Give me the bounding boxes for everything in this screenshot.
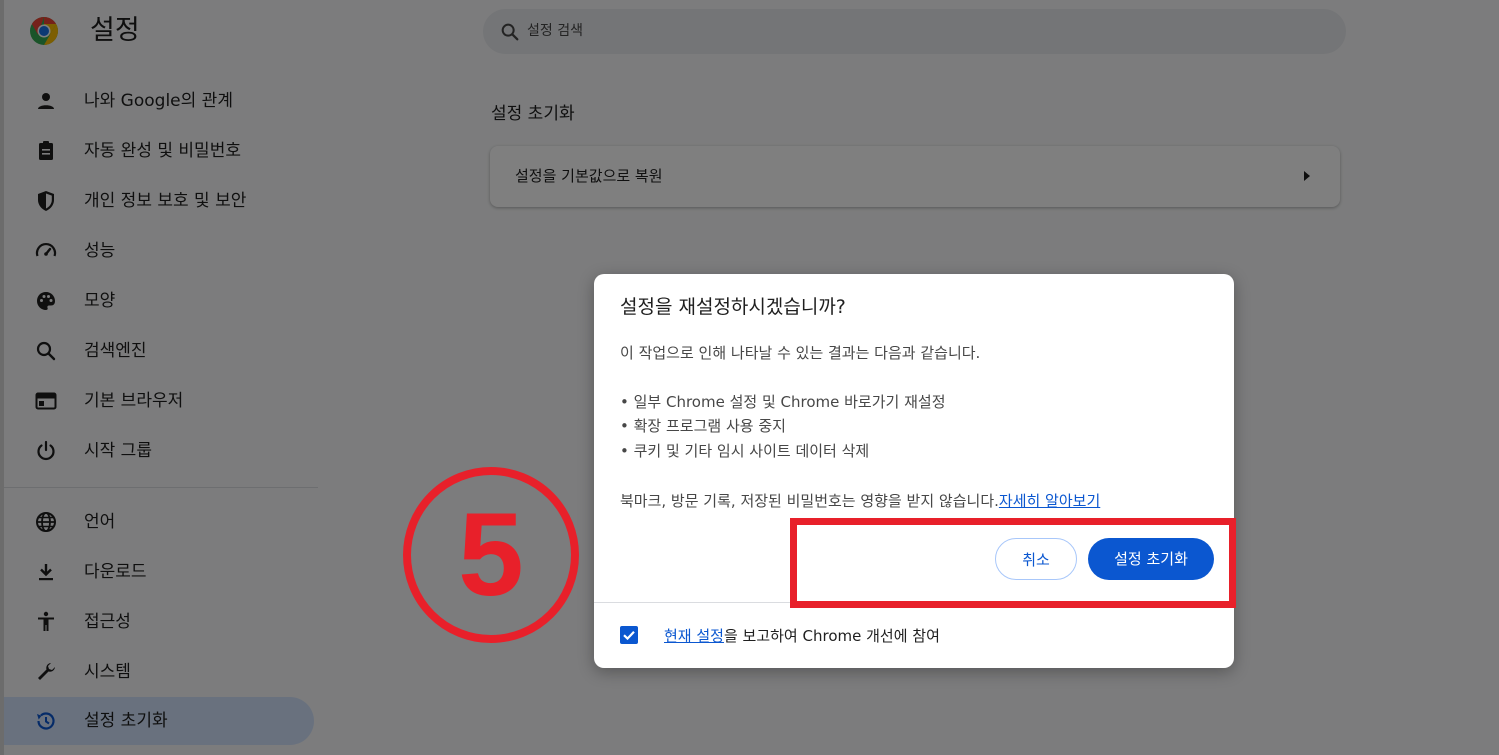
dialog-intro: 이 작업으로 인해 나타날 수 있는 결과는 다음과 같습니다. [620, 344, 981, 362]
report-settings-checkbox[interactable] [620, 626, 638, 644]
step-number: 5 [458, 489, 524, 621]
checkmark-icon [623, 631, 635, 641]
dialog-note: 북마크, 방문 기록, 저장된 비밀번호는 영향을 받지 않습니다.자세히 알아… [620, 489, 1100, 513]
dialog-bullet: • 쿠키 및 기타 임시 사이트 데이터 삭제 [620, 442, 870, 460]
report-settings-text: 현재 설정을 보고하여 Chrome 개선에 참여 [664, 624, 940, 648]
dialog-bullet: • 일부 Chrome 설정 및 Chrome 바로가기 재설정 [620, 393, 946, 411]
reset-settings-dialog: 설정을 재설정하시겠습니까? 이 작업으로 인해 나타날 수 있는 결과는 다음… [594, 274, 1234, 668]
report-settings-label: 을 보고하여 Chrome 개선에 참여 [723, 627, 940, 645]
current-settings-link[interactable]: 현재 설정 [664, 627, 724, 645]
learn-more-link[interactable]: 자세히 알아보기 [999, 492, 1100, 510]
highlight-annotation-box [790, 518, 1236, 608]
dialog-bullet: • 확장 프로그램 사용 중지 [620, 417, 786, 435]
step-annotation-circle: 5 [403, 467, 579, 643]
dialog-title: 설정을 재설정하시겠습니까? [620, 296, 846, 318]
dialog-note-text: 북마크, 방문 기록, 저장된 비밀번호는 영향을 받지 않습니다. [620, 492, 999, 510]
